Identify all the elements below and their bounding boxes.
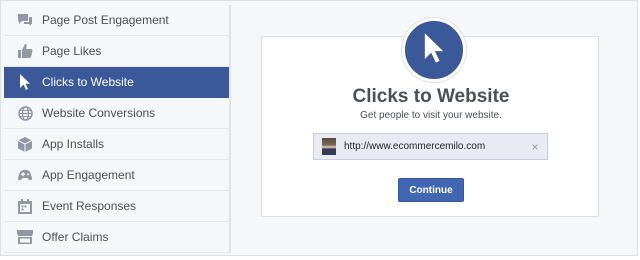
sidebar-item-app-installs[interactable]: App Installs	[4, 129, 229, 160]
sidebar-item-page-post-engagement[interactable]: Page Post Engagement	[4, 5, 229, 36]
continue-button[interactable]: Continue	[398, 178, 464, 202]
cursor-icon	[423, 32, 445, 68]
sidebar-item-label: Page Likes	[42, 44, 102, 58]
objective-sidebar: Page Post Engagement Page Likes Clicks t…	[4, 5, 240, 253]
avatar	[322, 138, 336, 155]
objective-subtitle: Get people to visit your website.	[360, 110, 502, 121]
sidebar-item-event-responses[interactable]: Event Responses	[4, 191, 229, 222]
clear-url-button[interactable]: ×	[527, 140, 543, 154]
globe-icon	[14, 102, 36, 124]
sidebar-item-label: App Engagement	[42, 168, 135, 182]
sidebar-item-website-conversions[interactable]: Website Conversions	[4, 98, 229, 129]
sidebar-item-label: Clicks to Website	[42, 75, 134, 89]
sidebar-item-label: App Installs	[42, 137, 105, 151]
objective-title: Clicks to Website	[352, 86, 510, 107]
sidebar-item-offer-claims[interactable]: Offer Claims	[4, 222, 229, 253]
website-url-value[interactable]: http://www.ecommercemilo.com	[344, 141, 527, 152]
cube-icon	[14, 133, 36, 155]
cursor-icon	[14, 71, 36, 93]
offer-store-icon	[14, 226, 36, 248]
comments-icon	[14, 9, 36, 31]
sidebar-item-label: Website Conversions	[42, 106, 156, 120]
thumbs-up-icon	[14, 40, 36, 62]
website-url-field[interactable]: http://www.ecommercemilo.com ×	[313, 133, 548, 160]
sidebar-item-app-engagement[interactable]: App Engagement	[4, 160, 229, 191]
objective-icon-badge	[402, 18, 466, 82]
sidebar-item-label: Page Post Engagement	[42, 13, 169, 27]
sidebar-item-label: Event Responses	[42, 199, 137, 213]
calendar-icon	[14, 195, 36, 217]
gamepad-icon	[14, 164, 36, 186]
sidebar-item-label: Offer Claims	[42, 230, 109, 244]
sidebar-item-page-likes[interactable]: Page Likes	[4, 36, 229, 67]
sidebar-item-clicks-to-website[interactable]: Clicks to Website	[4, 67, 240, 98]
